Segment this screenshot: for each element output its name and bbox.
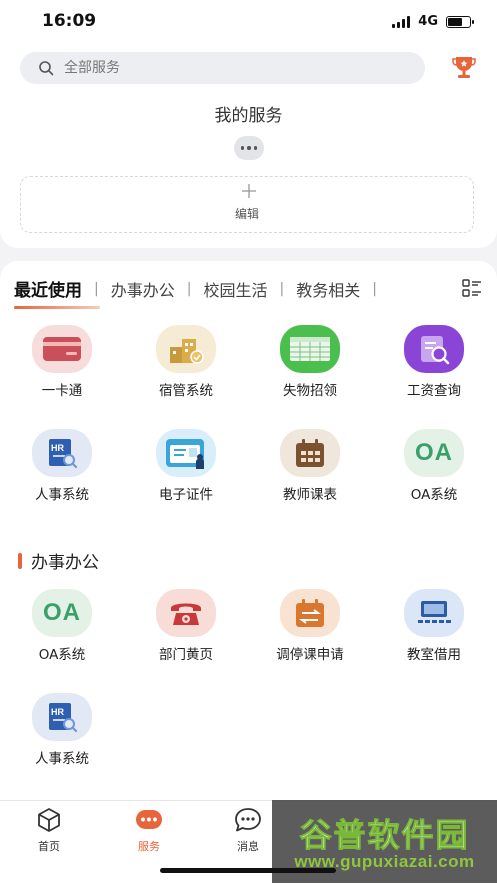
svg-text:HR: HR xyxy=(51,443,64,453)
service-card[interactable]: HR 人事系统 xyxy=(12,693,112,767)
category-tabs: 最近使用 | 办事办公 | 校园生活 | 教务相关 | xyxy=(14,276,389,302)
dorm-icon xyxy=(156,325,216,373)
service-label: 教师课表 xyxy=(283,487,337,503)
network-type: 4G xyxy=(418,14,438,29)
service-card[interactable]: 失物招领 xyxy=(260,325,360,399)
my-services-card: 我的服务 编辑 xyxy=(0,44,497,248)
list-view-icon[interactable] xyxy=(462,279,482,297)
active-tab-indicator xyxy=(14,306,100,309)
hr-icon: HR xyxy=(32,693,92,741)
battery-icon xyxy=(446,15,474,28)
section-title: 办事办公 xyxy=(31,553,99,573)
nav-home[interactable]: 首页 xyxy=(14,807,84,854)
service-card[interactable]: OA OA系统 xyxy=(384,429,484,503)
hr-icon: HR xyxy=(32,429,92,477)
service-label: 宿管系统 xyxy=(159,383,213,399)
service-card[interactable]: OA OA系统 xyxy=(12,589,112,663)
watermark-text: 谷普软件园 xyxy=(299,816,470,855)
service-label: 部门黄页 xyxy=(159,647,213,663)
calendar-icon xyxy=(280,429,340,477)
search-bar[interactable] xyxy=(20,52,425,84)
service-card[interactable]: 工资查询 xyxy=(384,325,484,399)
nav-label: 服务 xyxy=(138,840,160,853)
service-label: 工资查询 xyxy=(407,383,461,399)
status-indicators: 4G xyxy=(392,14,474,29)
oa-icon: OA xyxy=(404,429,464,477)
section-header: 办事办公 xyxy=(18,548,99,573)
tab-office[interactable]: 办事办公 xyxy=(111,277,175,301)
edit-label: 编辑 xyxy=(234,207,259,221)
service-label: 一卡通 xyxy=(41,383,83,399)
status-time: 16:09 xyxy=(42,11,97,31)
service-card[interactable]: 调停课申请 xyxy=(260,589,360,663)
service-card[interactable]: 教室借用 xyxy=(384,589,484,663)
signal-icon xyxy=(392,15,411,28)
services-icon xyxy=(136,810,162,829)
id-card-icon xyxy=(156,429,216,477)
plus-icon xyxy=(242,184,256,198)
classroom-icon xyxy=(404,589,464,637)
lost-found-icon xyxy=(280,325,340,373)
service-card[interactable]: 宿管系统 xyxy=(136,325,236,399)
tab-campus-life[interactable]: 校园生活 xyxy=(203,277,267,301)
nav-label: 首页 xyxy=(38,840,60,853)
cube-icon xyxy=(38,808,60,832)
tab-recent[interactable]: 最近使用 xyxy=(14,276,82,301)
oa-glyph: OA xyxy=(415,439,453,466)
service-card[interactable]: 教师课表 xyxy=(260,429,360,503)
status-bar: 16:09 4G xyxy=(0,0,497,44)
search-input[interactable] xyxy=(62,59,386,77)
service-card[interactable]: HR 人事系统 xyxy=(12,429,112,503)
salary-query-icon xyxy=(404,325,464,373)
oa-icon: OA xyxy=(32,589,92,637)
home-indicator xyxy=(160,868,336,873)
edit-button[interactable]: 编辑 xyxy=(20,176,474,233)
services-panel: 最近使用 | 办事办公 | 校园生活 | 教务相关 | 一卡通 宿管系统 失物招… xyxy=(0,261,497,801)
message-icon xyxy=(235,808,261,832)
trophy-icon[interactable] xyxy=(452,54,476,80)
service-label: 人事系统 xyxy=(35,487,89,503)
oa-glyph: OA xyxy=(43,599,81,626)
tab-academic[interactable]: 教务相关 xyxy=(296,277,360,301)
section-accent-bar xyxy=(18,552,22,569)
service-label: 失物招领 xyxy=(283,383,337,399)
schedule-change-icon xyxy=(280,589,340,637)
my-services-title: 我的服务 xyxy=(214,106,283,126)
card-icon xyxy=(32,325,92,373)
phone-icon xyxy=(156,589,216,637)
service-label: 人事系统 xyxy=(35,751,89,767)
service-label: OA系统 xyxy=(38,647,86,663)
service-card[interactable]: 部门黄页 xyxy=(136,589,236,663)
svg-text:HR: HR xyxy=(51,707,64,717)
search-icon xyxy=(39,61,54,76)
service-card[interactable]: 电子证件 xyxy=(136,429,236,503)
more-button[interactable] xyxy=(234,136,264,160)
service-label: OA系统 xyxy=(410,487,458,503)
service-label: 调停课申请 xyxy=(276,647,344,663)
service-label: 电子证件 xyxy=(159,487,213,503)
service-label: 教室借用 xyxy=(407,647,461,663)
service-card[interactable]: 一卡通 xyxy=(12,325,112,399)
nav-services[interactable]: 服务 xyxy=(114,807,184,854)
